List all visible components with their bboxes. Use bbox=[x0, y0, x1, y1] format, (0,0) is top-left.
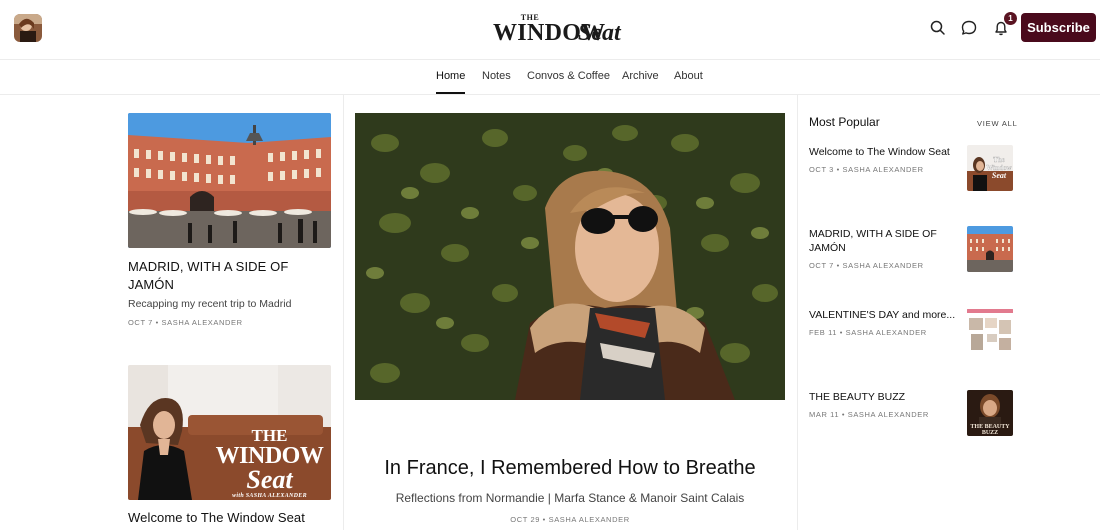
publication-avatar[interactable] bbox=[14, 14, 42, 42]
popular-item-meta: FEB 11 • SASHA ALEXANDER bbox=[809, 328, 927, 337]
featured-post-meta: OCT 29 • SASHA ALEXANDER bbox=[510, 515, 630, 524]
madrid-post-title[interactable]: MADRID, WITH A SIDE OF JAMÓN bbox=[128, 258, 331, 294]
view-all-link[interactable]: VIEW ALL bbox=[977, 119, 1018, 128]
popular-item-title[interactable]: Welcome to The Window Seat bbox=[809, 145, 959, 159]
top-bar: THE WINDOW Seat 1 Subscribe bbox=[0, 0, 1100, 58]
welcome-post-image[interactable]: THE WINDOW Seat with SASHA ALEXANDER bbox=[128, 365, 331, 500]
svg-text:The: The bbox=[993, 156, 1005, 164]
main-nav: Home Notes Convos & Coffee Archive About bbox=[0, 60, 1100, 94]
subscribe-button[interactable]: Subscribe bbox=[1021, 13, 1096, 42]
featured-post-subtitle: Reflections from Normandie | Marfa Stanc… bbox=[395, 491, 745, 505]
popular-item-meta: OCT 3 • SASHA ALEXANDER bbox=[809, 165, 924, 174]
popular-item-thumbnail[interactable]: THE BEAUTY BUZZ bbox=[967, 390, 1013, 436]
welcome-post-title[interactable]: Welcome to The Window Seat bbox=[128, 509, 331, 527]
nav-divider bbox=[0, 94, 1100, 95]
most-popular-heading: Most Popular bbox=[809, 115, 880, 129]
popular-item-thumbnail[interactable] bbox=[967, 308, 1013, 354]
nav-archive[interactable]: Archive bbox=[622, 70, 659, 82]
featured-post-image[interactable] bbox=[355, 113, 785, 400]
nav-home[interactable]: Home bbox=[436, 70, 465, 82]
brand-logo[interactable]: THE WINDOW Seat bbox=[450, 13, 650, 45]
notification-badge: 1 bbox=[1004, 12, 1017, 25]
popular-item-title[interactable]: VALENTINE'S DAY and more... bbox=[809, 308, 959, 322]
popular-item-meta: OCT 7 • SASHA ALEXANDER bbox=[809, 261, 924, 270]
featured-post-title[interactable]: In France, I Remembered How to Breathe bbox=[344, 457, 796, 480]
popular-item-thumbnail[interactable]: The Window Seat bbox=[967, 145, 1013, 191]
column-divider-right bbox=[797, 95, 798, 530]
svg-text:BUZZ: BUZZ bbox=[982, 430, 998, 436]
popular-item-meta: MAR 11 • SASHA ALEXANDER bbox=[809, 410, 929, 419]
popular-item-title[interactable]: MADRID, WITH A SIDE OF JAMÓN bbox=[809, 227, 959, 255]
popular-item-thumbnail[interactable] bbox=[967, 226, 1013, 272]
brand-seat: Seat bbox=[578, 20, 621, 46]
madrid-post-meta: OCT 7 • SASHA ALEXANDER bbox=[128, 318, 243, 327]
nav-about[interactable]: About bbox=[674, 70, 703, 82]
welcome-cover-the: THE bbox=[251, 426, 288, 445]
nav-convos-coffee[interactable]: Convos & Coffee bbox=[527, 70, 610, 82]
welcome-cover-credit: with SASHA ALEXANDER bbox=[232, 493, 307, 499]
chat-icon[interactable] bbox=[959, 18, 979, 38]
popular-item-title[interactable]: THE BEAUTY BUZZ bbox=[809, 390, 959, 404]
welcome-cover-seat: Seat bbox=[246, 465, 293, 494]
svg-text:Seat: Seat bbox=[992, 171, 1007, 180]
madrid-post-subtitle: Recapping my recent trip to Madrid bbox=[128, 298, 292, 310]
nav-notes[interactable]: Notes bbox=[482, 70, 511, 82]
madrid-post-image[interactable] bbox=[128, 113, 331, 248]
search-icon[interactable] bbox=[928, 18, 948, 38]
